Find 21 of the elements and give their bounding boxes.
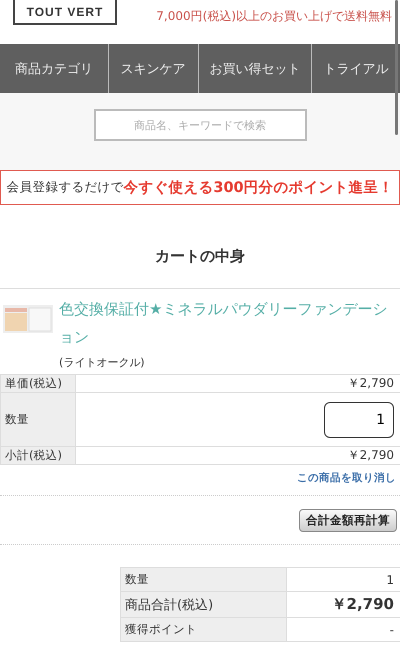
summary-value: 1 [287, 568, 400, 592]
price-value: ￥2,790 [76, 447, 400, 465]
price-value: ￥2,790 [76, 375, 400, 393]
product-variant: (ライトオークル) [59, 355, 146, 370]
quantity-field[interactable]: 1 [324, 402, 394, 438]
summary-value: - [287, 618, 400, 642]
summary-label: 獲得ポイント [121, 618, 287, 642]
search-field[interactable]: 商品名、キーワードで検索 [94, 109, 306, 141]
nav-item[interactable]: 商品カテゴリ [0, 44, 108, 93]
recalculate-button[interactable]: 合計金額再計算 [299, 509, 397, 532]
logo: TOUT VERT [13, 0, 117, 25]
row-label: 小計(税込) [1, 447, 76, 465]
summary-value: ￥2,790 [287, 592, 400, 618]
row-label: 数量 [1, 393, 76, 447]
summary-label: 数量 [121, 568, 287, 592]
promo-banner: 会員登録するだけで今すぐ使える300円分のポイント進呈！ [0, 170, 400, 205]
row-label: 単価(税込) [1, 375, 76, 393]
shipping-note: 7,000円(税込)以上のお買い上げで送料無料 [156, 8, 392, 25]
cart-title: カートの中身 [154, 246, 246, 267]
summary-label: 商品合計(税込) [121, 592, 287, 618]
remove-link[interactable]: この商品を取り消し [0, 465, 400, 495]
